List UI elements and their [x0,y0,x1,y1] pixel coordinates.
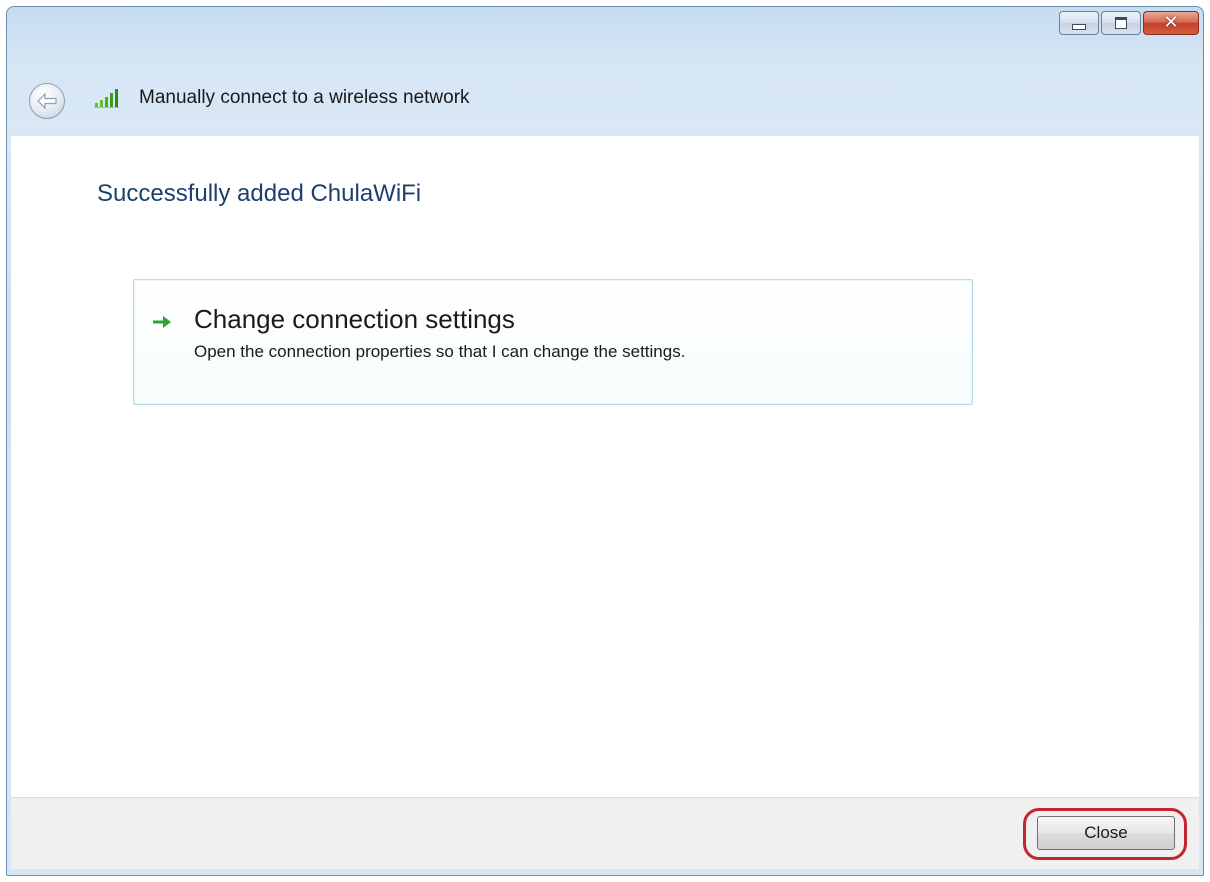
dialog-window: ✕ Manually connect to a wireless network… [6,6,1204,876]
back-arrow-icon [37,92,57,110]
change-connection-settings-link[interactable]: Change connection settings Open the conn… [133,279,973,405]
wireless-signal-icon [94,89,119,108]
close-icon: ✕ [1163,12,1179,33]
maximize-icon [1115,17,1127,29]
command-link-title: Change connection settings [194,304,515,334]
page-heading: Successfully added ChulaWiFi [97,180,422,207]
maximize-button[interactable] [1101,11,1141,35]
content-area: Successfully added ChulaWiFi Change conn… [11,135,1199,797]
window-close-button[interactable]: ✕ [1143,11,1199,35]
minimize-button[interactable] [1059,11,1099,35]
dialog-footer: Close [11,797,1199,869]
close-button[interactable]: Close [1037,816,1175,850]
green-arrow-icon [153,316,171,328]
minimize-icon [1072,24,1086,30]
command-link-description: Open the connection properties so that I… [194,342,686,361]
window-title: Manually connect to a wireless network [139,87,470,108]
window-controls: ✕ [1059,11,1199,35]
back-button[interactable] [29,83,65,119]
